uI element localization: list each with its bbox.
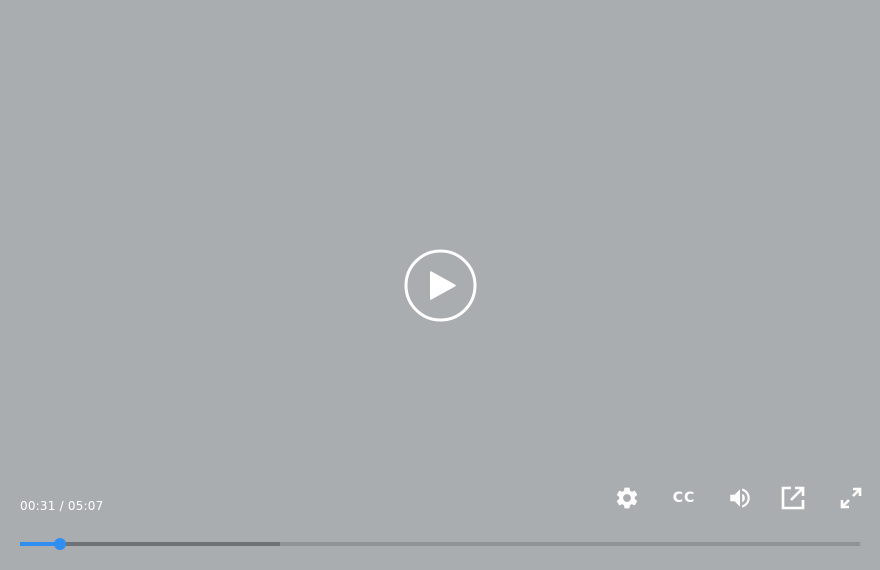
time-display: 00:31 / 05:07: [20, 499, 103, 513]
volume-button[interactable]: [726, 484, 754, 512]
external-link-icon: [781, 486, 805, 510]
expand-icon: [840, 487, 862, 509]
time-separator: /: [59, 499, 64, 513]
play-circle-icon: [404, 249, 477, 322]
captions-label: CC: [672, 490, 696, 506]
duration: 05:07: [67, 499, 104, 513]
seek-handle[interactable]: [54, 538, 66, 550]
settings-button[interactable]: [613, 484, 641, 512]
speaker-icon: [730, 488, 750, 508]
current-time: 00:31: [20, 499, 56, 513]
gear-icon: [616, 487, 638, 509]
popout-button[interactable]: [779, 484, 807, 512]
captions-button[interactable]: CC: [670, 484, 698, 512]
seek-bar[interactable]: [20, 538, 860, 550]
video-player[interactable]: 00:31 / 05:07 CC: [0, 0, 880, 570]
fullscreen-button[interactable]: [837, 484, 865, 512]
play-button[interactable]: [404, 249, 477, 322]
